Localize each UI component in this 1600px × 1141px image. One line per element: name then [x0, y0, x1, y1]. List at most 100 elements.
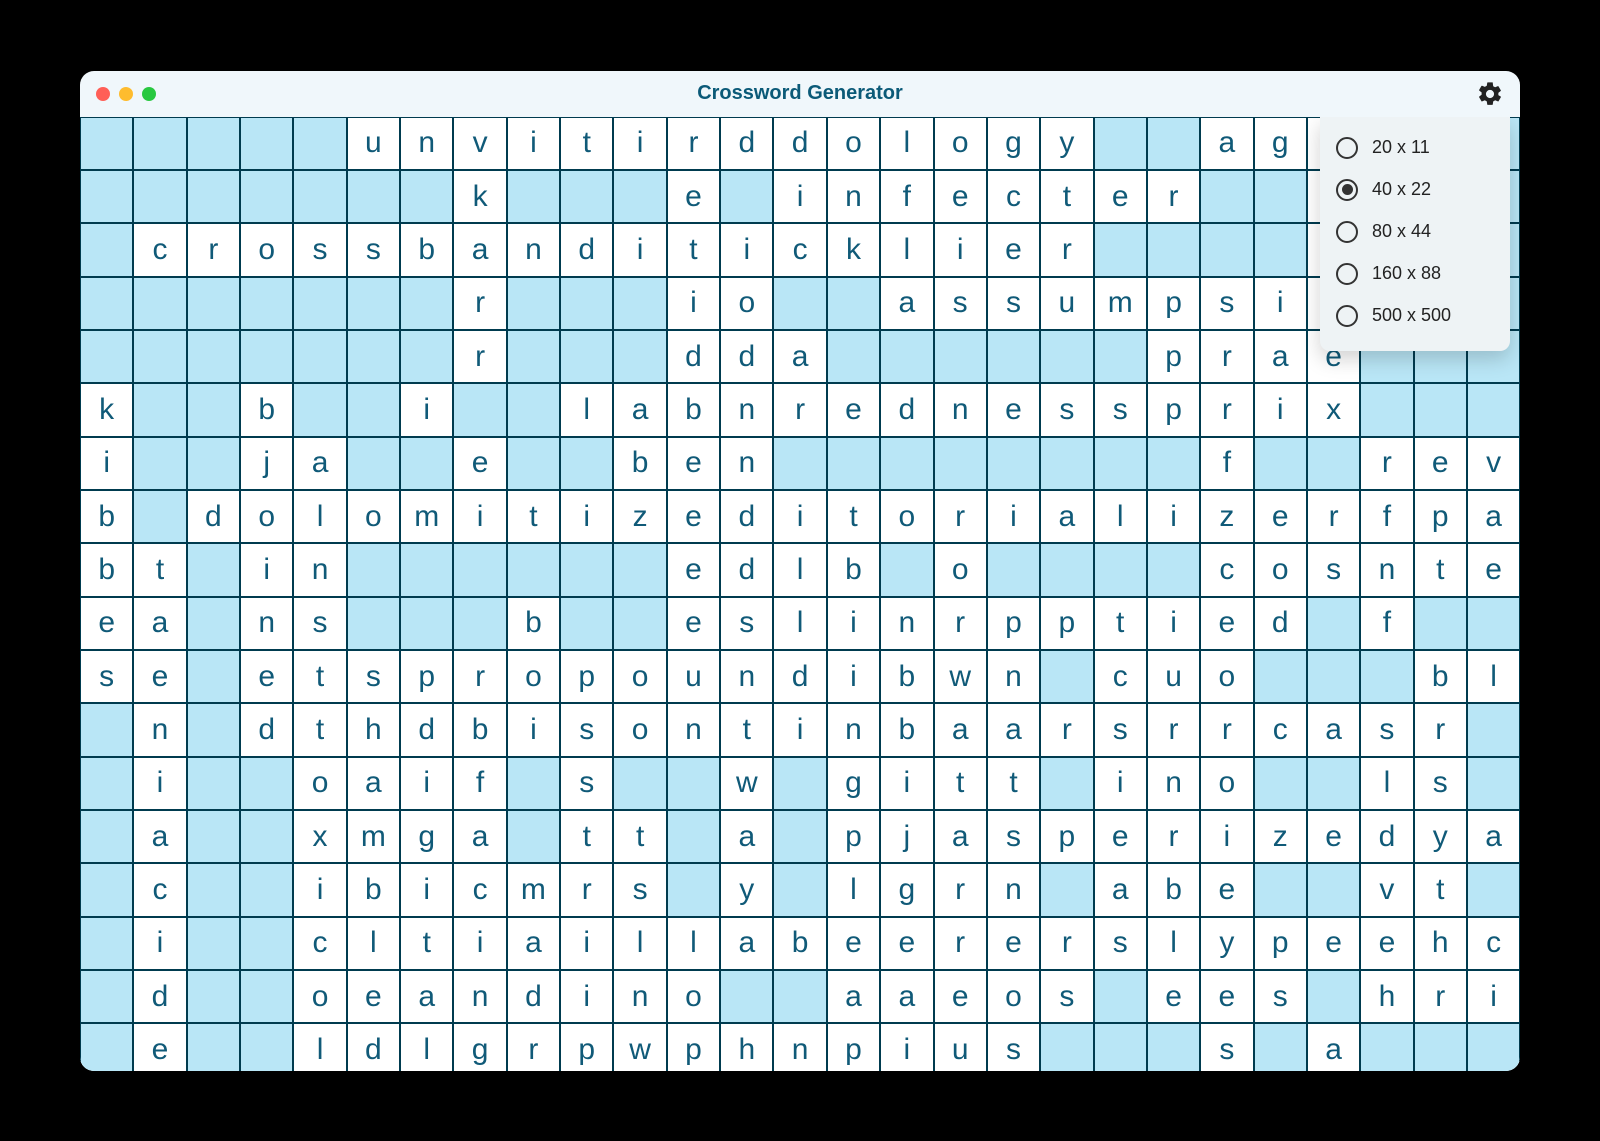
- letter-cell[interactable]: n: [720, 383, 773, 436]
- letter-cell[interactable]: b: [880, 703, 933, 756]
- blocked-cell[interactable]: [560, 277, 613, 330]
- blocked-cell[interactable]: [720, 170, 773, 223]
- letter-cell[interactable]: r: [1414, 970, 1467, 1023]
- blocked-cell[interactable]: [293, 117, 346, 170]
- blocked-cell[interactable]: [1254, 863, 1307, 916]
- letter-cell[interactable]: p: [1040, 597, 1093, 650]
- letter-cell[interactable]: r: [1414, 703, 1467, 756]
- letter-cell[interactable]: o: [667, 970, 720, 1023]
- size-option[interactable]: 80 x 44: [1334, 211, 1496, 253]
- blocked-cell[interactable]: [1040, 863, 1093, 916]
- blocked-cell[interactable]: [1414, 1023, 1467, 1070]
- zoom-window-button[interactable]: [142, 87, 156, 101]
- letter-cell[interactable]: t: [1094, 597, 1147, 650]
- letter-cell[interactable]: a: [934, 810, 987, 863]
- letter-cell[interactable]: d: [720, 490, 773, 543]
- letter-cell[interactable]: l: [667, 917, 720, 970]
- letter-cell[interactable]: l: [400, 1023, 453, 1070]
- letter-cell[interactable]: a: [880, 277, 933, 330]
- letter-cell[interactable]: a: [880, 970, 933, 1023]
- letter-cell[interactable]: t: [720, 703, 773, 756]
- blocked-cell[interactable]: [1094, 117, 1147, 170]
- letter-cell[interactable]: g: [987, 117, 1040, 170]
- letter-cell[interactable]: f: [1360, 597, 1413, 650]
- blocked-cell[interactable]: [347, 597, 400, 650]
- letter-cell[interactable]: i: [507, 117, 560, 170]
- letter-cell[interactable]: p: [827, 1023, 880, 1070]
- blocked-cell[interactable]: [80, 1023, 133, 1070]
- letter-cell[interactable]: t: [1414, 543, 1467, 596]
- letter-cell[interactable]: d: [720, 117, 773, 170]
- letter-cell[interactable]: i: [934, 223, 987, 276]
- blocked-cell[interactable]: [613, 330, 666, 383]
- blocked-cell[interactable]: [667, 810, 720, 863]
- letter-cell[interactable]: o: [720, 277, 773, 330]
- blocked-cell[interactable]: [1307, 970, 1360, 1023]
- letter-cell[interactable]: c: [133, 863, 186, 916]
- letter-cell[interactable]: k: [453, 170, 506, 223]
- blocked-cell[interactable]: [1307, 437, 1360, 490]
- letter-cell[interactable]: l: [293, 1023, 346, 1070]
- letter-cell[interactable]: n: [773, 1023, 826, 1070]
- letter-cell[interactable]: i: [133, 917, 186, 970]
- letter-cell[interactable]: o: [880, 490, 933, 543]
- letter-cell[interactable]: n: [667, 703, 720, 756]
- letter-cell[interactable]: a: [1040, 490, 1093, 543]
- letter-cell[interactable]: e: [667, 597, 720, 650]
- blocked-cell[interactable]: [293, 277, 346, 330]
- letter-cell[interactable]: s: [987, 810, 1040, 863]
- letter-cell[interactable]: a: [507, 917, 560, 970]
- letter-cell[interactable]: r: [453, 330, 506, 383]
- letter-cell[interactable]: i: [1467, 970, 1520, 1023]
- blocked-cell[interactable]: [880, 437, 933, 490]
- blocked-cell[interactable]: [453, 383, 506, 436]
- blocked-cell[interactable]: [1467, 1023, 1520, 1070]
- letter-cell[interactable]: e: [987, 223, 1040, 276]
- letter-cell[interactable]: s: [987, 277, 1040, 330]
- letter-cell[interactable]: t: [133, 543, 186, 596]
- letter-cell[interactable]: a: [400, 970, 453, 1023]
- minimize-window-button[interactable]: [119, 87, 133, 101]
- close-window-button[interactable]: [96, 87, 110, 101]
- blocked-cell[interactable]: [1254, 650, 1307, 703]
- blocked-cell[interactable]: [400, 543, 453, 596]
- letter-cell[interactable]: t: [560, 810, 613, 863]
- letter-cell[interactable]: e: [1147, 970, 1200, 1023]
- blocked-cell[interactable]: [1094, 330, 1147, 383]
- blocked-cell[interactable]: [560, 543, 613, 596]
- letter-cell[interactable]: d: [880, 383, 933, 436]
- letter-cell[interactable]: f: [453, 757, 506, 810]
- crossword-grid[interactable]: unvitirddologyaglitkeinfectermecrossband…: [80, 117, 1520, 1071]
- letter-cell[interactable]: e: [240, 650, 293, 703]
- letter-cell[interactable]: i: [400, 383, 453, 436]
- blocked-cell[interactable]: [1360, 650, 1413, 703]
- blocked-cell[interactable]: [187, 970, 240, 1023]
- letter-cell[interactable]: g: [1254, 117, 1307, 170]
- blocked-cell[interactable]: [1467, 863, 1520, 916]
- blocked-cell[interactable]: [240, 330, 293, 383]
- blocked-cell[interactable]: [1254, 757, 1307, 810]
- blocked-cell[interactable]: [1360, 1023, 1413, 1070]
- letter-cell[interactable]: d: [1360, 810, 1413, 863]
- letter-cell[interactable]: d: [240, 703, 293, 756]
- letter-cell[interactable]: a: [347, 757, 400, 810]
- blocked-cell[interactable]: [347, 170, 400, 223]
- letter-cell[interactable]: x: [1307, 383, 1360, 436]
- blocked-cell[interactable]: [880, 330, 933, 383]
- letter-cell[interactable]: p: [667, 1023, 720, 1070]
- letter-cell[interactable]: e: [1307, 917, 1360, 970]
- letter-cell[interactable]: t: [560, 117, 613, 170]
- letter-cell[interactable]: c: [133, 223, 186, 276]
- blocked-cell[interactable]: [1360, 383, 1413, 436]
- letter-cell[interactable]: b: [827, 543, 880, 596]
- letter-cell[interactable]: i: [400, 863, 453, 916]
- letter-cell[interactable]: e: [1307, 810, 1360, 863]
- blocked-cell[interactable]: [187, 170, 240, 223]
- blocked-cell[interactable]: [80, 277, 133, 330]
- letter-cell[interactable]: w: [934, 650, 987, 703]
- letter-cell[interactable]: n: [133, 703, 186, 756]
- blocked-cell[interactable]: [1414, 597, 1467, 650]
- blocked-cell[interactable]: [1254, 1023, 1307, 1070]
- letter-cell[interactable]: b: [347, 863, 400, 916]
- letter-cell[interactable]: s: [1200, 1023, 1253, 1070]
